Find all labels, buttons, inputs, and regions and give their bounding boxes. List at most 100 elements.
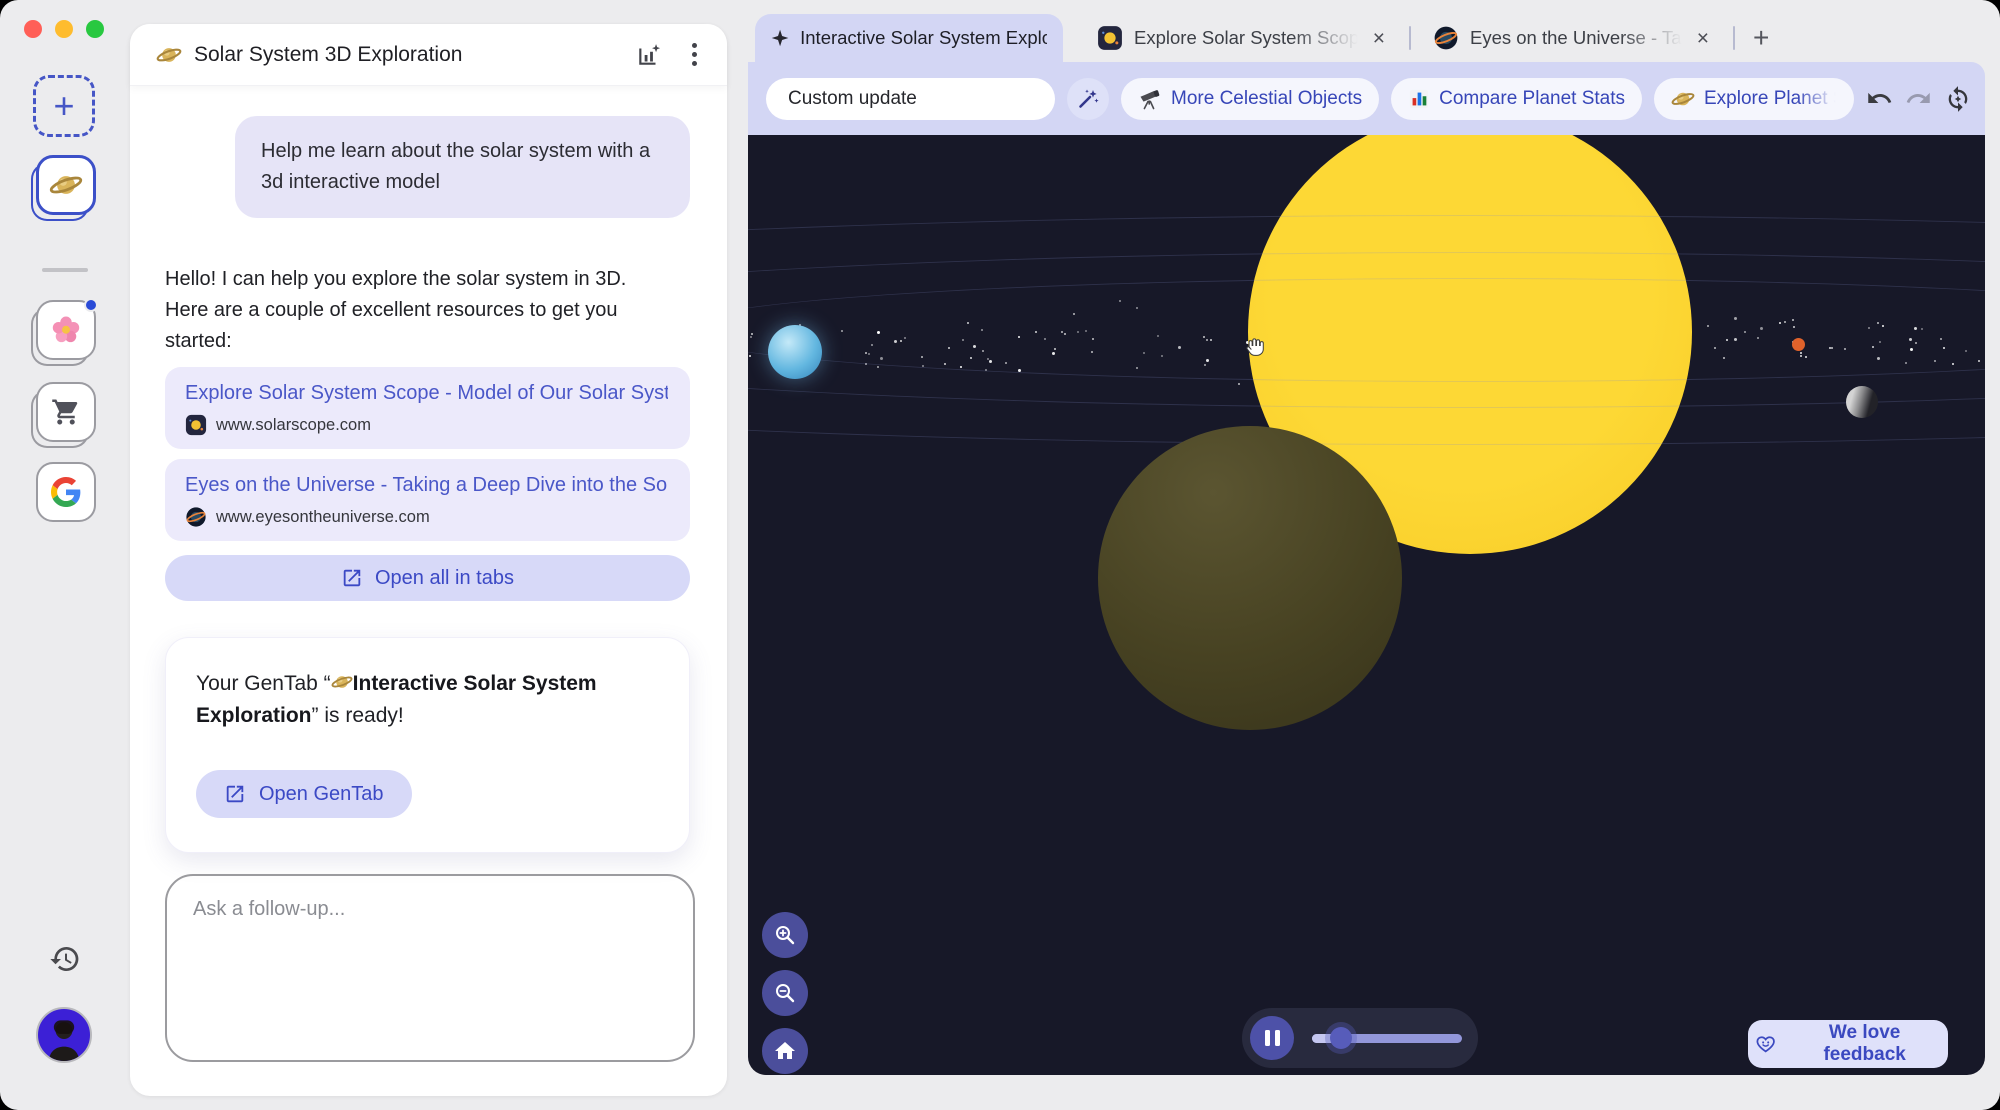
gentab-card: Your GenTab “Interactive Solar System Ex…: [165, 637, 690, 853]
followup-input-wrapper: [165, 874, 695, 1062]
redo-icon: [1906, 92, 1930, 103]
zoom-out-icon: [776, 984, 795, 1003]
zoom-window-button[interactable]: [86, 20, 104, 38]
zoom-in-button[interactable]: [762, 912, 808, 958]
undo-button[interactable]: [1866, 85, 1893, 112]
saturn-icon: [49, 176, 83, 194]
chat-messages: Help me learn about the solar system wit…: [130, 86, 727, 853]
undo-icon: [1868, 92, 1892, 103]
open-gentab-label: Open GenTab: [259, 782, 384, 805]
pill-label: Compare Planet Stats: [1439, 87, 1625, 109]
link-card[interactable]: Explore Solar System Scope - Model of Ou…: [165, 367, 690, 449]
app-window: + Solar System 3D Exploration Help me le…: [0, 0, 2000, 1110]
sidebar-item-google[interactable]: [36, 462, 96, 522]
new-tab-button[interactable]: +: [1741, 24, 1781, 52]
speed-slider[interactable]: [1312, 1027, 1462, 1049]
chat-header: Solar System 3D Exploration: [130, 24, 727, 86]
new-session-button[interactable]: +: [33, 75, 95, 137]
sidebar-item-shopping[interactable]: [36, 382, 96, 442]
history-button[interactable]: [49, 943, 81, 975]
notification-dot: [84, 298, 98, 312]
tab-separator: [1733, 26, 1735, 50]
browser-panel: Interactive Solar System Explor... Explo…: [748, 0, 1985, 1110]
google-icon: [51, 477, 81, 507]
open-all-in-tabs-button[interactable]: Open all in tabs: [165, 555, 690, 601]
close-tab-icon[interactable]: ×: [1371, 28, 1387, 49]
saturn-icon: [1671, 92, 1695, 105]
feedback-button[interactable]: We love feedback: [1748, 1020, 1948, 1068]
orbit-line: [748, 278, 1985, 382]
tab-interactive-solar-system[interactable]: Interactive Solar System Explor...: [755, 14, 1063, 62]
history-icon: [50, 946, 79, 971]
feedback-label: We love feedback: [1823, 1022, 1906, 1065]
open-in-new-icon: [343, 569, 361, 587]
gentab-message: Your GenTab “Interactive Solar System Ex…: [196, 668, 659, 732]
magic-wand-button[interactable]: [1067, 77, 1109, 120]
zoom-in-icon: [776, 926, 795, 945]
link-url: www.eyesontheuniverse.com: [216, 507, 430, 526]
more-celestial-objects-button[interactable]: More Celestial Objects: [1121, 77, 1380, 120]
custom-update-input[interactable]: [766, 77, 1055, 120]
open-gentab-button[interactable]: Open GenTab: [196, 770, 412, 818]
regenerate-button[interactable]: [1944, 85, 1971, 112]
pause-icon: [1274, 1030, 1280, 1046]
blue-planet[interactable]: [768, 325, 822, 379]
user-message-bubble: Help me learn about the solar system wit…: [235, 116, 690, 218]
sun-favicon: [1098, 26, 1122, 50]
sidebar-divider: [42, 268, 88, 272]
tab-label: Interactive Solar System Explor...: [800, 27, 1047, 48]
chat-panel: Solar System 3D Exploration Help me lear…: [130, 24, 727, 1096]
grab-cursor-icon: [1246, 338, 1264, 356]
telescope-icon: [1140, 89, 1160, 109]
solar-system-canvas[interactable]: We love feedback: [748, 135, 1985, 1075]
tab-solar-system-scope[interactable]: Explore Solar System Scope - ×: [1081, 14, 1403, 62]
link-url: www.solarscope.com: [216, 415, 371, 434]
tab-eyes-on-universe[interactable]: Eyes on the Universe - Taking ×: [1417, 14, 1727, 62]
link-card[interactable]: Eyes on the Universe - Taking a Deep Div…: [165, 459, 690, 541]
pause-button[interactable]: [1250, 1016, 1294, 1060]
overflow-menu-button[interactable]: [688, 39, 701, 70]
insights-export-icon[interactable]: [636, 42, 662, 68]
explore-planet-surfaces-button[interactable]: Explore Planet Surfac: [1654, 77, 1854, 120]
flower-icon: [52, 316, 80, 343]
close-window-button[interactable]: [24, 20, 42, 38]
close-tab-icon[interactable]: ×: [1695, 28, 1711, 49]
sidebar-item-solar-system[interactable]: [36, 155, 96, 215]
chat-title: Solar System 3D Exploration: [194, 42, 463, 66]
bar-chart-icon: [1409, 89, 1429, 108]
window-controls: [24, 20, 104, 38]
wand-icon: [1079, 89, 1099, 108]
redo-button[interactable]: [1905, 85, 1932, 112]
minimize-window-button[interactable]: [55, 20, 73, 38]
red-planet[interactable]: [1792, 338, 1805, 351]
sun-favicon: [185, 414, 207, 436]
foreground-dark-planet[interactable]: [1098, 426, 1402, 730]
open-in-new-icon: [226, 785, 244, 803]
link-title[interactable]: Explore Solar System Scope - Model of Ou…: [185, 382, 668, 405]
pause-icon: [1264, 1030, 1270, 1046]
user-avatar[interactable]: [36, 1007, 92, 1063]
tab-label: Eyes on the Universe - Taking: [1470, 27, 1684, 48]
pill-label: Explore Planet Surfac: [1704, 87, 1837, 109]
compare-planet-stats-button[interactable]: Compare Planet Stats: [1391, 77, 1642, 120]
plus-icon: +: [53, 85, 75, 126]
gentab-toolbar: More Celestial Objects Compare Planet St…: [748, 62, 1985, 135]
assistant-message: Hello! I can help you explore the solar …: [165, 268, 627, 352]
link-title[interactable]: Eyes on the Universe - Taking a Deep Div…: [185, 474, 668, 497]
refresh-sparkle-icon: [1948, 86, 1968, 112]
followup-input[interactable]: [191, 896, 669, 1040]
cart-icon: [52, 399, 78, 425]
heart-smile-icon: [1756, 1036, 1775, 1053]
saturn-icon: [156, 47, 182, 62]
open-all-label: Open all in tabs: [375, 566, 514, 589]
playback-controls: [1242, 1008, 1478, 1068]
reset-view-button[interactable]: [762, 1028, 808, 1074]
sidebar-item-flower[interactable]: [36, 298, 98, 360]
slider-thumb[interactable]: [1330, 1027, 1352, 1049]
spark-star-icon: [771, 29, 789, 47]
planet-favicon: [1434, 26, 1458, 50]
tab-strip: Interactive Solar System Explor... Explo…: [748, 14, 1985, 62]
gray-planet[interactable]: [1846, 386, 1878, 418]
zoom-out-button[interactable]: [762, 970, 808, 1016]
gentab-prefix: Your GenTab “: [196, 672, 331, 695]
